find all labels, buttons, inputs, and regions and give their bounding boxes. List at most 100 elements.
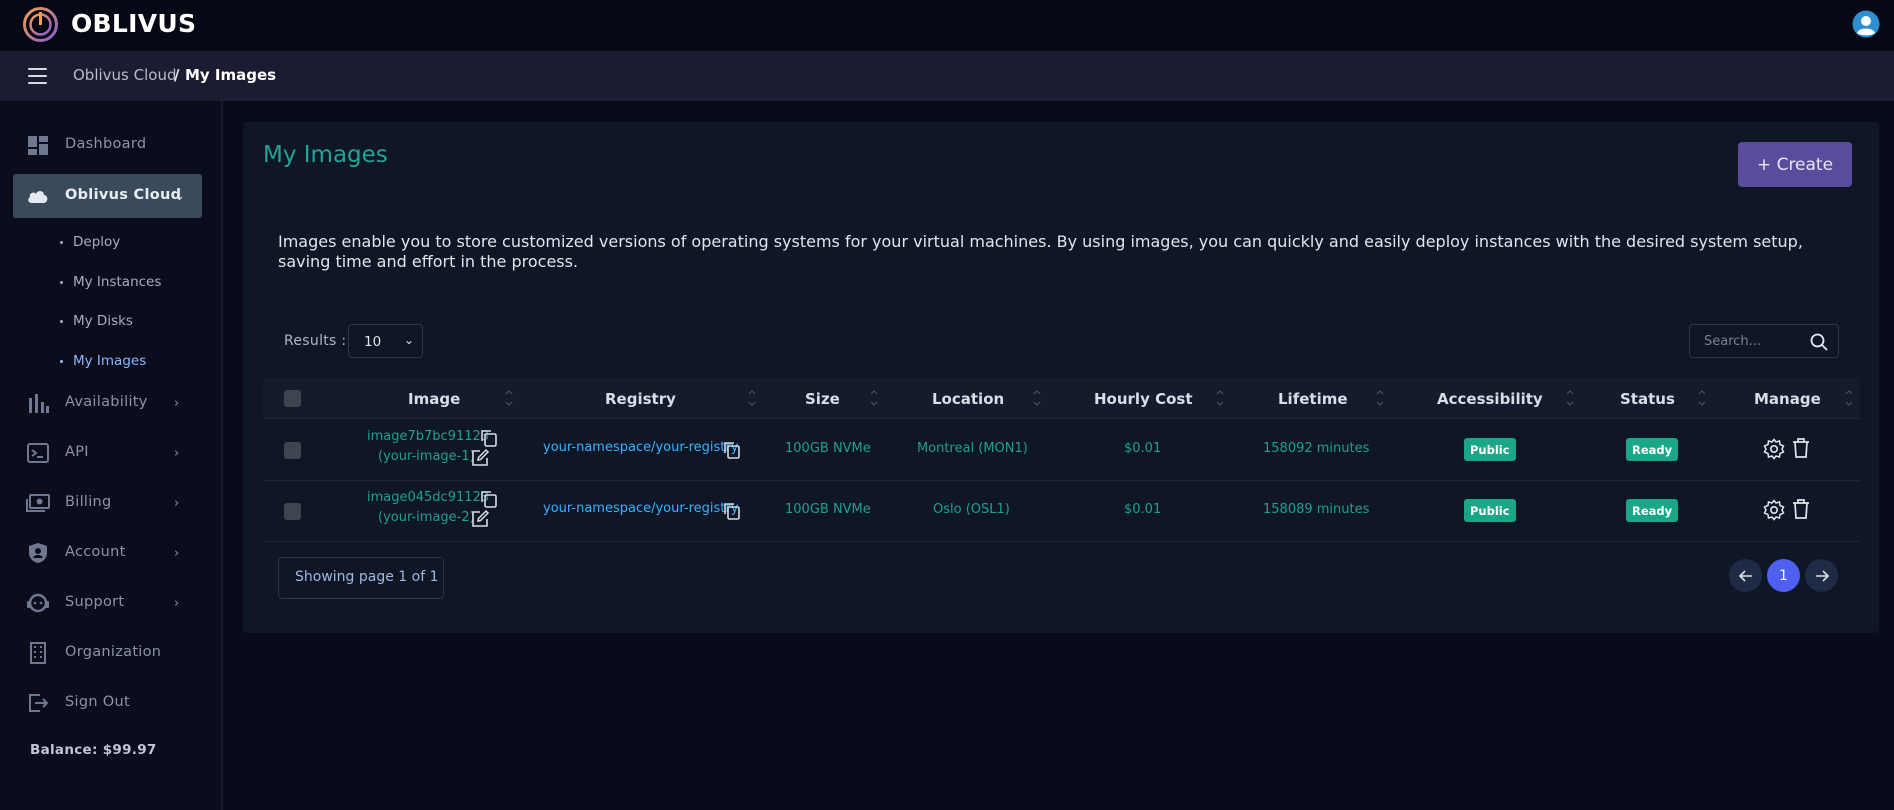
top-bar: OBLIVUS xyxy=(0,0,1894,50)
page-title: My Images xyxy=(263,142,388,168)
sort-icon[interactable] xyxy=(1845,387,1853,409)
status-badge: Ready xyxy=(1626,438,1679,461)
sidebar-item-availability[interactable]: Availability › xyxy=(13,381,202,425)
chevron-right-icon: › xyxy=(174,496,180,511)
chevron-right-icon: › xyxy=(174,396,180,411)
column-header-location[interactable]: Location xyxy=(932,390,1004,408)
sidebar-subitem-deploy[interactable]: Deploy xyxy=(60,234,120,250)
support-icon xyxy=(27,593,49,613)
sidebar: Dashboard Oblivus Cloud ⌄ Deploy My Inst… xyxy=(0,101,223,810)
column-header-accessibility[interactable]: Accessibility xyxy=(1437,390,1543,408)
sort-icon[interactable] xyxy=(505,387,513,409)
images-card: My Images + Create Images enable you to … xyxy=(243,122,1879,633)
image-location: Montreal (MON1) xyxy=(917,441,1028,456)
sort-icon[interactable] xyxy=(748,387,756,409)
sidebar-item-label: Sign Out xyxy=(65,694,130,710)
delete-icon[interactable] xyxy=(1791,498,1811,520)
search-icon[interactable] xyxy=(1810,333,1828,351)
billing-icon xyxy=(26,494,50,512)
delete-icon[interactable] xyxy=(1791,437,1811,459)
cloud-icon xyxy=(28,191,48,203)
accessibility-badge: Public xyxy=(1464,499,1516,522)
sort-icon[interactable] xyxy=(1566,387,1574,409)
sidebar-item-organization[interactable]: Organization xyxy=(13,631,202,675)
results-per-page-value: 10 xyxy=(364,334,382,350)
column-header-image[interactable]: Image xyxy=(408,390,460,408)
sort-icon[interactable] xyxy=(1216,387,1224,409)
sidebar-item-label: Oblivus Cloud xyxy=(65,187,182,203)
results-per-page-select[interactable]: 10 ⌄ xyxy=(348,324,423,358)
registry-link[interactable]: your-namespace/your-registry xyxy=(543,440,738,455)
column-header-lifetime[interactable]: Lifetime xyxy=(1278,390,1348,408)
image-name: (your-image-1) xyxy=(378,449,475,464)
chevron-right-icon: › xyxy=(174,596,180,611)
menu-toggle-icon[interactable] xyxy=(28,68,47,84)
oblivus-logo-icon[interactable] xyxy=(22,6,59,43)
settings-icon[interactable] xyxy=(1763,438,1785,460)
image-id: image045dc91123 xyxy=(367,490,490,505)
previous-page-button[interactable] xyxy=(1729,559,1762,592)
sidebar-item-sign-out[interactable]: Sign Out xyxy=(13,681,202,725)
sidebar-item-label: Billing xyxy=(65,494,112,510)
sidebar-subitem-my-disks[interactable]: My Disks xyxy=(60,313,133,329)
search-input[interactable]: Search... xyxy=(1689,324,1839,358)
sidebar-item-account[interactable]: Account › xyxy=(13,531,202,575)
shield-user-icon xyxy=(29,543,47,563)
sidebar-item-api[interactable]: API › xyxy=(13,431,202,475)
terminal-icon xyxy=(27,443,49,463)
bar-chart-icon xyxy=(29,394,49,413)
breadcrumb: Oblivus Cloud / My Images xyxy=(0,51,1894,101)
building-icon xyxy=(30,642,46,664)
sort-icon[interactable] xyxy=(1698,387,1706,409)
column-header-registry[interactable]: Registry xyxy=(605,390,676,408)
edit-icon[interactable] xyxy=(470,448,490,468)
chevron-down-icon: ⌄ xyxy=(174,189,185,204)
column-header-hourly-cost[interactable]: Hourly Cost xyxy=(1094,390,1193,408)
row-checkbox[interactable] xyxy=(284,503,301,520)
column-header-manage[interactable]: Manage xyxy=(1754,390,1821,408)
sort-icon[interactable] xyxy=(1033,387,1041,409)
sidebar-item-label: API xyxy=(65,444,89,460)
arrow-right-icon xyxy=(1815,569,1829,582)
dashboard-icon xyxy=(28,136,48,155)
column-header-status[interactable]: Status xyxy=(1620,390,1675,408)
sort-icon[interactable] xyxy=(870,387,878,409)
image-name: (your-image-2) xyxy=(378,510,475,525)
page-button-current[interactable]: 1 xyxy=(1767,559,1800,592)
account-balance: Balance: $99.97 xyxy=(30,742,157,758)
edit-icon[interactable] xyxy=(470,509,490,529)
breadcrumb-current: My Images xyxy=(185,66,277,84)
column-header-size[interactable]: Size xyxy=(805,390,840,408)
table-row: image045dc91123 (your-image-2) your-name… xyxy=(263,481,1860,542)
sidebar-item-billing[interactable]: Billing › xyxy=(13,481,202,525)
breadcrumb-root[interactable]: Oblivus Cloud xyxy=(73,66,176,84)
sidebar-item-oblivus-cloud[interactable]: Oblivus Cloud ⌄ xyxy=(13,174,202,218)
pagination-info: Showing page 1 of 1 xyxy=(278,557,444,599)
sidebar-item-support[interactable]: Support › xyxy=(13,581,202,625)
select-all-checkbox[interactable] xyxy=(284,390,301,407)
sidebar-subitem-my-images[interactable]: My Images xyxy=(60,353,146,369)
create-image-button[interactable]: + Create xyxy=(1738,142,1852,187)
image-id: image7b7bc91123 xyxy=(367,429,490,444)
copy-icon[interactable] xyxy=(722,440,742,460)
row-checkbox[interactable] xyxy=(284,442,301,459)
copy-icon[interactable] xyxy=(479,428,499,448)
sidebar-subitem-my-instances[interactable]: My Instances xyxy=(60,274,161,290)
hourly-cost: $0.01 xyxy=(1124,502,1162,517)
sidebar-item-dashboard[interactable]: Dashboard xyxy=(13,123,202,167)
status-badge: Ready xyxy=(1626,499,1679,522)
copy-icon[interactable] xyxy=(479,489,499,509)
image-size: 100GB NVMe xyxy=(785,502,871,517)
registry-link[interactable]: your-namespace/your-registry xyxy=(543,501,738,516)
image-location: Oslo (OSL1) xyxy=(933,502,1010,517)
brand-name: OBLIVUS xyxy=(71,9,197,38)
search-placeholder: Search... xyxy=(1704,334,1762,349)
user-avatar-icon[interactable] xyxy=(1852,10,1880,38)
arrow-left-icon xyxy=(1738,569,1752,582)
sort-icon[interactable] xyxy=(1376,387,1384,409)
settings-icon[interactable] xyxy=(1763,499,1785,521)
results-label: Results : xyxy=(284,333,347,349)
accessibility-badge: Public xyxy=(1464,438,1516,461)
copy-icon[interactable] xyxy=(722,501,742,521)
next-page-button[interactable] xyxy=(1805,559,1838,592)
